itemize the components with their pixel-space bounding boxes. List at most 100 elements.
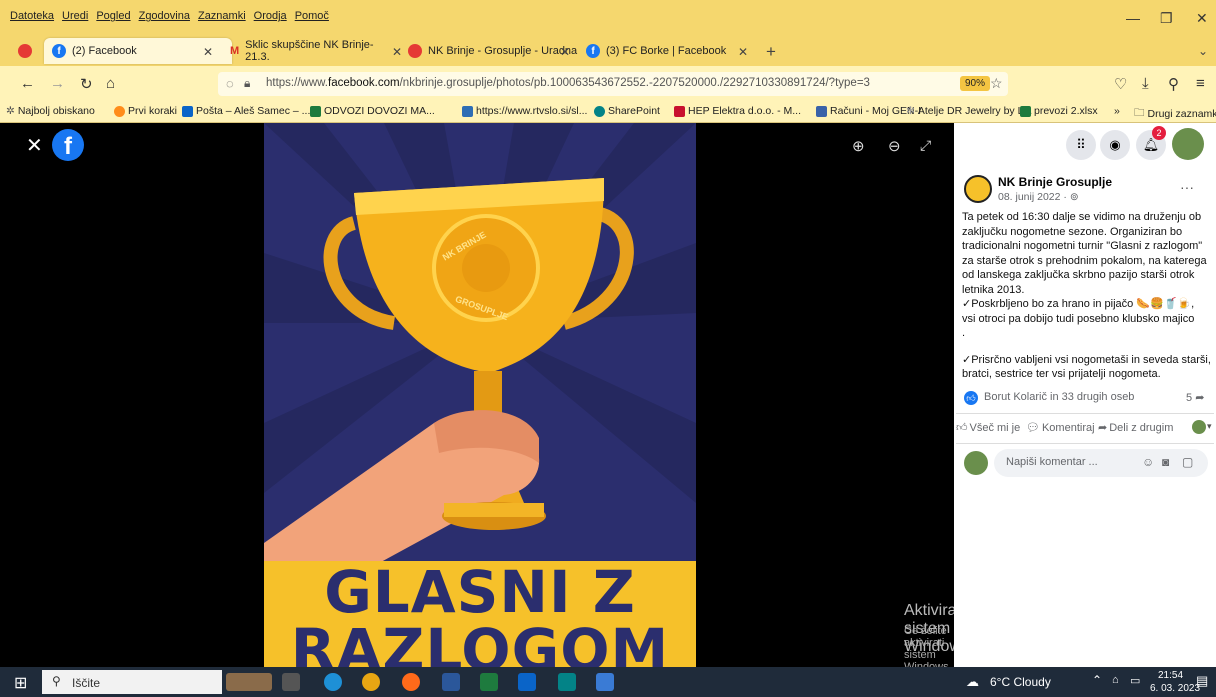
bookmark-rtvslo[interactable]: https://www.rtvslo.si/sl... xyxy=(462,105,587,117)
tab-close-icon[interactable]: ✕ xyxy=(738,45,748,59)
reactions-count[interactable]: Borut Kolarič in 33 drugih oseb xyxy=(984,391,1134,403)
downloads-icon[interactable]: ⤓ xyxy=(1142,75,1149,92)
weather-text[interactable]: 6°C Cloudy xyxy=(990,675,1051,689)
poster-title-line1: GLASNI Z xyxy=(324,558,636,626)
comment-button[interactable]: 💬︎ Komentiraj xyxy=(1026,421,1095,435)
bookmark-odvozi[interactable]: ODVOZI DOVOZI MA... xyxy=(310,105,435,117)
extensions-icon[interactable]: ⚲ xyxy=(1168,75,1179,93)
shield-icon[interactable]: ◌ xyxy=(226,76,234,91)
like-reaction-icon: 👍︎ xyxy=(964,391,978,405)
gif-icon[interactable]: ◙ xyxy=(1162,455,1169,469)
more-bookmarks-chevron-icon[interactable]: » xyxy=(1114,105,1120,117)
url-text[interactable]: https://www.facebook.com/nkbrinje.grosup… xyxy=(266,77,870,89)
pocket-icon[interactable]: ♡ xyxy=(1114,75,1127,93)
zoom-level[interactable]: 90% xyxy=(960,76,991,91)
task-view-icon[interactable] xyxy=(282,673,300,691)
search-highlight-image[interactable] xyxy=(226,673,272,691)
post-paragraph: ✓Poskrbljeno bo za hrano in pijačo 🌭🍔🥤🍺, xyxy=(962,298,1195,310)
tab-fc-borke[interactable]: f (3) FC Borke | Facebook xyxy=(586,38,736,64)
fullscreen-icon[interactable]: ⤢ xyxy=(920,137,931,154)
tab-sklic[interactable]: M Sklic skupščine NK Brinje- 21.3. xyxy=(230,38,400,64)
more-options-icon[interactable]: ··· xyxy=(1180,179,1194,195)
tray-chevron-icon[interactable]: ⌃ xyxy=(1092,673,1102,687)
close-viewer-icon[interactable]: ✕ xyxy=(26,133,43,158)
firefox-icon[interactable] xyxy=(402,673,420,691)
reload-icon[interactable]: ↻ xyxy=(80,75,93,93)
folder-icon: 🗀︎ xyxy=(1134,107,1145,119)
comment-input[interactable]: Napiši komentar ... ☺ ◙ ▢ xyxy=(994,449,1208,477)
clock-time[interactable]: 21:54 xyxy=(1158,670,1183,681)
menu-items: Datoteka Uredi Pogled Zgodovina Zaznamki… xyxy=(10,10,329,22)
menu-bookmarks[interactable]: Zaznamki xyxy=(198,10,246,22)
close-window-icon[interactable]: ✕ xyxy=(1196,10,1208,27)
facebook-logo-icon[interactable]: f xyxy=(52,129,84,161)
zoom-in-icon[interactable]: ⊕ xyxy=(852,137,865,155)
bookmark-star-icon[interactable]: ☆ xyxy=(990,75,1003,92)
page-name[interactable]: NK Brinje Grosuplje xyxy=(998,175,1112,189)
post-paragraph: . xyxy=(962,327,966,339)
avatar[interactable] xyxy=(1172,128,1204,160)
taskbar-search[interactable]: ⚲ Iščite xyxy=(42,670,222,694)
tab-nk-brinje[interactable]: NK Brinje - Grosuplje - Uradna xyxy=(408,38,578,64)
sticker-icon[interactable]: ▢ xyxy=(1182,455,1193,469)
windows-start-icon[interactable]: ⊞ xyxy=(14,673,27,693)
share-dropdown-icon[interactable]: ▾ xyxy=(1207,421,1212,432)
tab-close-icon[interactable]: ✕ xyxy=(392,45,402,59)
address-bar[interactable]: ◌ 🔒︎ https://www.facebook.com/nkbrinje.g… xyxy=(218,72,1008,96)
back-icon[interactable]: ← xyxy=(20,75,35,92)
edge-icon[interactable] xyxy=(324,673,342,691)
tab-list-chevron-icon[interactable]: ⌄ xyxy=(1198,44,1208,58)
chrome-icon[interactable] xyxy=(362,673,380,691)
gen-i-icon xyxy=(816,105,827,117)
sharepoint-icon[interactable] xyxy=(558,673,576,691)
menu-history[interactable]: Zgodovina xyxy=(139,10,190,22)
bookmark-most-visited[interactable]: ✲ Najbolj obiskano xyxy=(6,105,95,117)
lock-icon[interactable]: 🔒︎ xyxy=(244,76,250,91)
menu-file[interactable]: Datoteka xyxy=(10,10,54,22)
menu-grid-icon[interactable]: ⠿ xyxy=(1066,130,1096,160)
new-tab-icon[interactable]: + xyxy=(766,42,776,62)
speaker-icon[interactable]: ▭ xyxy=(1130,674,1140,687)
excel-icon[interactable] xyxy=(480,673,498,691)
tab-close-icon[interactable]: ✕ xyxy=(560,45,570,59)
minimize-icon[interactable]: — xyxy=(1126,10,1140,26)
like-button[interactable]: 👍︎ Všeč mi je xyxy=(956,421,1020,435)
comment-icon: 💬︎ xyxy=(1026,422,1040,434)
menu-help[interactable]: Pomoč xyxy=(295,10,329,22)
menu-view[interactable]: Pogled xyxy=(96,10,130,22)
forward-icon[interactable]: → xyxy=(50,75,65,92)
firefox-view-icon[interactable] xyxy=(18,44,32,61)
emoji-icon[interactable]: ☺ xyxy=(1142,455,1154,469)
share-avatar[interactable] xyxy=(1192,420,1206,434)
divider xyxy=(956,413,1214,414)
shares-count[interactable]: 5 ➦ xyxy=(1186,391,1204,404)
menu-edit[interactable]: Uredi xyxy=(62,10,88,22)
clock-date[interactable]: 6. 03. 2023 xyxy=(1150,683,1200,694)
restore-icon[interactable]: ❐ xyxy=(1160,10,1173,27)
zoom-out-icon[interactable]: ⊖ xyxy=(888,137,901,155)
home-icon[interactable]: ⌂ xyxy=(106,75,115,92)
bookmarks-toolbar: ✲ Najbolj obiskano Prvi koraki Pošta – Al… xyxy=(0,102,1216,123)
app-menu-icon[interactable]: ≡ xyxy=(1196,75,1205,92)
other-bookmarks[interactable]: 🗀︎ Drugi zaznamki xyxy=(1134,105,1216,123)
commenter-avatar[interactable] xyxy=(964,451,988,475)
word-icon[interactable] xyxy=(442,673,460,691)
bookmark-sharepoint[interactable]: SharePoint xyxy=(594,105,660,117)
post-date[interactable]: 08. junij 2022 · ⊚ xyxy=(998,191,1079,203)
notification-center-icon[interactable]: ▤ xyxy=(1196,673,1208,689)
bookmark-prevozi[interactable]: prevozi 2.xlsx xyxy=(1020,105,1098,117)
photos-icon[interactable] xyxy=(596,673,614,691)
network-icon[interactable]: ⌂ xyxy=(1112,674,1119,686)
bookmark-mail[interactable]: Pošta – Aleš Samec – ... xyxy=(182,105,310,117)
menu-tools[interactable]: Orodja xyxy=(254,10,287,22)
search-icon: ⚲ xyxy=(52,674,61,688)
share-button[interactable]: ➦ Deli z drugim xyxy=(1098,421,1173,435)
outlook-icon[interactable] xyxy=(518,673,536,691)
messenger-icon[interactable]: ◉ xyxy=(1100,130,1130,160)
page-avatar[interactable] xyxy=(964,175,992,203)
bookmark-atelje[interactable]: ✻ Atelje DR Jewelry by L... xyxy=(906,105,1032,117)
facebook-favicon-icon: f xyxy=(586,44,600,58)
bookmark-getting-started[interactable]: Prvi koraki xyxy=(114,105,177,117)
tab-close-icon[interactable]: ✕ xyxy=(203,45,213,59)
bookmark-hep[interactable]: HEP Elektra d.o.o. - M... xyxy=(674,105,801,117)
